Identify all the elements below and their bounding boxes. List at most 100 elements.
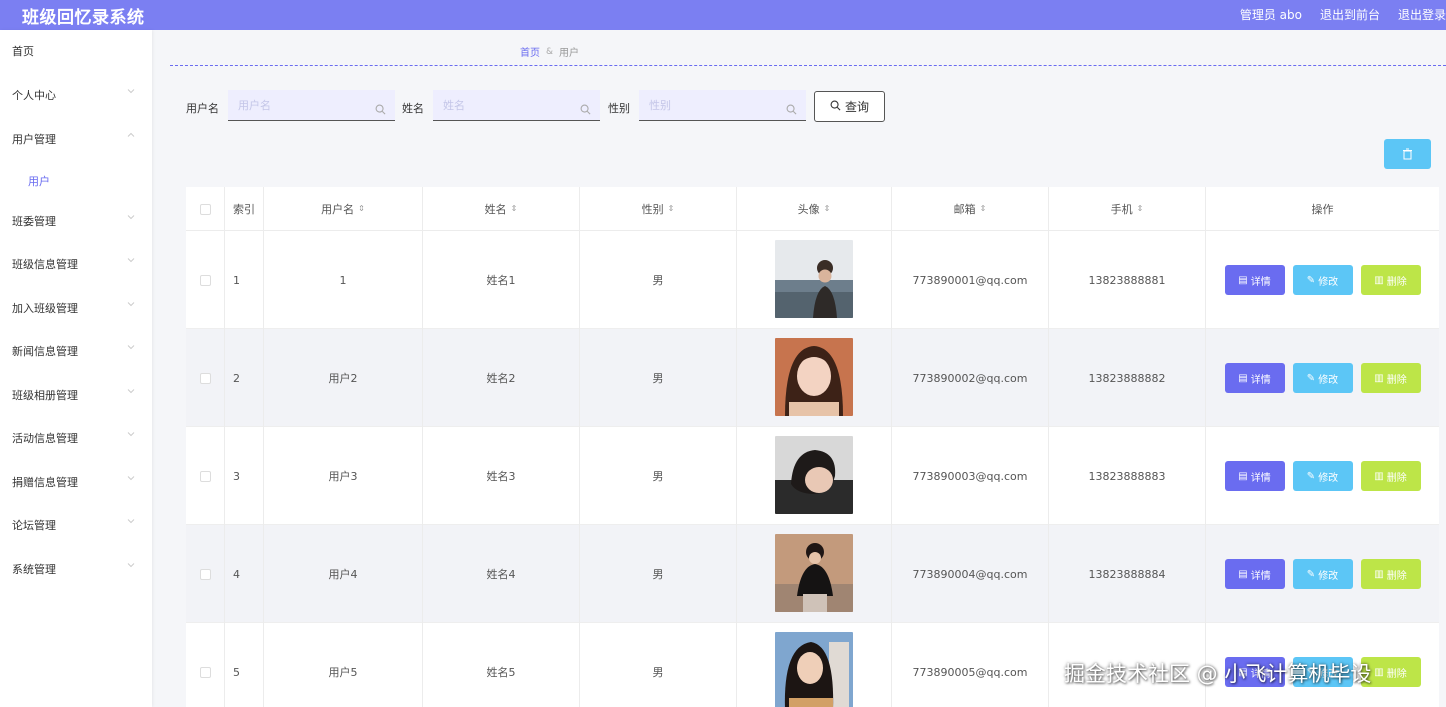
sort-icon[interactable]: ⇕ <box>824 205 831 213</box>
sort-icon[interactable]: ⇕ <box>511 205 518 213</box>
header-avatar[interactable]: 头像 ⇕ <box>737 187 892 231</box>
header-phone-label: 手机 <box>1110 203 1133 216</box>
divider <box>170 65 1446 66</box>
sidebar-subitem-label: 用户 <box>28 175 50 188</box>
row-checkbox[interactable] <box>199 274 211 286</box>
chevron-down-icon <box>126 429 138 441</box>
gender-label: 性别 <box>608 102 630 115</box>
cell-gender: 男 <box>580 329 737 427</box>
table-row: 2 用户2 姓名2 男 773890002@qq.com 13823888882 ▤ 详情 ✎ 修… <box>186 329 1439 427</box>
cell-index: 4 <box>225 525 264 623</box>
trash-icon: ▥ <box>1374 568 1384 580</box>
sidebar-item-label: 捐赠信息管理 <box>12 476 78 489</box>
sort-icon[interactable]: ⇕ <box>980 205 987 213</box>
header-name-label: 姓名 <box>484 203 507 216</box>
cell-avatar <box>737 623 892 707</box>
sidebar-item-label: 系统管理 <box>12 563 56 576</box>
sidebar-item[interactable]: 班级信息管理 <box>0 243 152 283</box>
header-username[interactable]: 用户名 ⇕ <box>264 187 423 231</box>
edit-button[interactable]: ✎ 修改 <box>1292 363 1353 393</box>
cell-phone: 13823888881 <box>1049 231 1206 329</box>
header-email[interactable]: 邮箱 ⇕ <box>892 187 1049 231</box>
detail-button[interactable]: ▤ 详情 <box>1224 461 1285 491</box>
query-button[interactable]: 查询 <box>814 91 885 122</box>
row-checkbox[interactable] <box>199 372 211 384</box>
pencil-icon: ✎ <box>1306 274 1316 286</box>
pencil-icon: ✎ <box>1306 372 1316 384</box>
edit-button-label: 修改 <box>1318 374 1339 386</box>
sidebar-item[interactable]: 系统管理 <box>0 548 152 588</box>
header-phone[interactable]: 手机 ⇕ <box>1049 187 1206 231</box>
user-table: 索引 用户名 ⇕ 姓名 ⇕ 性别 ⇕ 头像 ⇕ 邮箱 ⇕ 手机 ⇕ 操作 1 1 姓名1 男 773… <box>186 187 1439 707</box>
search-icon <box>786 100 798 115</box>
breadcrumb: 首页 & 用户 <box>520 44 579 60</box>
sidebar-subitem-user[interactable]: 用户 <box>0 161 152 197</box>
sidebar-item[interactable]: 新闻信息管理 <box>0 330 152 370</box>
edit-button-label: 修改 <box>1318 570 1339 582</box>
cell-actions: ▤ 详情 ✎ 修改 ▥ 删除 <box>1206 329 1439 427</box>
sidebar-item[interactable]: 首页 <box>0 30 152 70</box>
batch-delete-button[interactable] <box>1384 139 1431 169</box>
sidebar-item[interactable]: 活动信息管理 <box>0 417 152 457</box>
sidebar-item-label: 班级相册管理 <box>12 389 78 402</box>
document-icon: ▤ <box>1238 274 1248 286</box>
chevron-down-icon <box>126 212 138 224</box>
sort-icon[interactable]: ⇕ <box>1137 205 1144 213</box>
avatar[interactable] <box>775 435 853 517</box>
cell-gender: 男 <box>580 525 737 623</box>
header-gender[interactable]: 性别 ⇕ <box>580 187 737 231</box>
cell-gender: 男 <box>580 623 737 707</box>
row-checkbox[interactable] <box>199 666 211 678</box>
delete-button-label: 删除 <box>1386 374 1407 386</box>
edit-button[interactable]: ✎ 修改 <box>1292 461 1353 491</box>
row-select-cell <box>186 623 225 707</box>
edit-button[interactable]: ✎ 修改 <box>1292 265 1353 295</box>
row-checkbox[interactable] <box>199 470 211 482</box>
sort-icon[interactable]: ⇕ <box>358 205 365 213</box>
avatar[interactable] <box>775 533 853 615</box>
back-to-front-link[interactable]: 退出到前台 <box>1320 6 1380 23</box>
cell-avatar <box>737 525 892 623</box>
cell-actions: ▤ 详情 ✎ 修改 ▥ 删除 <box>1206 231 1439 329</box>
avatar[interactable] <box>775 239 853 321</box>
breadcrumb-home[interactable]: 首页 <box>520 44 540 59</box>
cell-avatar <box>737 427 892 525</box>
document-icon: ▤ <box>1238 372 1248 384</box>
header-name[interactable]: 姓名 ⇕ <box>423 187 580 231</box>
logout-link[interactable]: 退出登录 <box>1398 6 1446 23</box>
username-search-input[interactable] <box>228 90 395 121</box>
select-all-checkbox[interactable] <box>199 203 211 215</box>
avatar[interactable] <box>775 631 853 707</box>
detail-button-label: 详情 <box>1250 374 1271 386</box>
row-checkbox[interactable] <box>199 568 211 580</box>
delete-button[interactable]: ▥ 删除 <box>1360 559 1421 589</box>
delete-button[interactable]: ▥ 删除 <box>1360 461 1421 491</box>
detail-button[interactable]: ▤ 详情 <box>1224 363 1285 393</box>
sidebar-item[interactable]: 班委管理 <box>0 200 152 240</box>
detail-button-label: 详情 <box>1250 276 1271 288</box>
detail-button[interactable]: ▤ 详情 <box>1224 265 1285 295</box>
delete-button[interactable]: ▥ 删除 <box>1360 363 1421 393</box>
sidebar-item[interactable]: 班级相册管理 <box>0 374 152 414</box>
sidebar-item[interactable]: 加入班级管理 <box>0 287 152 327</box>
search-icon <box>830 100 841 114</box>
cell-name: 姓名2 <box>423 329 580 427</box>
table-row: 4 用户4 姓名4 男 773890004@qq.com 13823888884 ▤ 详情 ✎ 修… <box>186 525 1439 623</box>
sidebar-item[interactable]: 用户管理 <box>0 118 152 158</box>
sidebar-item-label: 首页 <box>12 45 34 58</box>
name-search-input[interactable] <box>433 90 600 121</box>
gender-search-input[interactable] <box>639 90 806 121</box>
chevron-down-icon <box>126 255 138 267</box>
avatar[interactable] <box>775 337 853 419</box>
edit-button[interactable]: ✎ 修改 <box>1292 559 1353 589</box>
table-header: 索引 用户名 ⇕ 姓名 ⇕ 性别 ⇕ 头像 ⇕ 邮箱 ⇕ 手机 ⇕ 操作 <box>186 187 1439 231</box>
detail-button[interactable]: ▤ 详情 <box>1224 559 1285 589</box>
chevron-down-icon <box>126 299 138 311</box>
delete-button[interactable]: ▥ 删除 <box>1360 265 1421 295</box>
chevron-down-icon <box>126 386 138 398</box>
sort-icon[interactable]: ⇕ <box>668 205 675 213</box>
sidebar-item[interactable]: 论坛管理 <box>0 504 152 544</box>
app-title: 班级回忆录系统 <box>22 8 145 28</box>
sidebar-item[interactable]: 个人中心 <box>0 74 152 114</box>
sidebar-item[interactable]: 捐赠信息管理 <box>0 461 152 501</box>
